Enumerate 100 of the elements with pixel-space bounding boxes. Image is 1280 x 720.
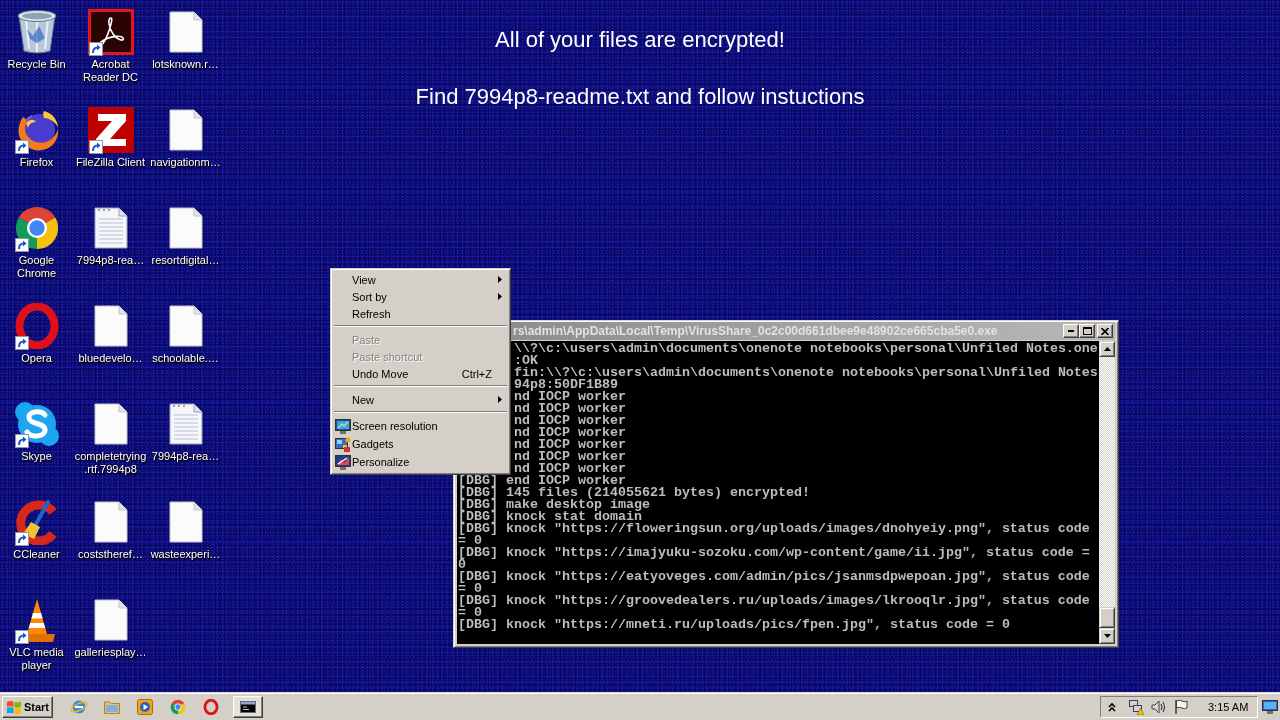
zigzag-tile-icon (87, 107, 134, 153)
file-icon (168, 109, 203, 151)
console-line: nd IOCP worker (514, 427, 626, 439)
menu-item[interactable]: Refresh (333, 305, 508, 322)
segmented-circle-icon (169, 699, 186, 715)
file-icon (168, 207, 203, 249)
console-line: [DBG] end IOCP worker (458, 475, 626, 487)
file-icon (93, 305, 128, 347)
console-line: [DBG] knock "https://mneti.ru/uploads/pics/fpen.jpg", status code = 0 (458, 619, 1010, 631)
monitor-icon (334, 418, 351, 434)
minimize-icon (1068, 330, 1074, 332)
desktop-icon[interactable]: CCleaner (0, 498, 73, 561)
file-icon (168, 11, 203, 53)
wallpaper-instruction: Find 7994p8-readme.txt and follow instuctions (415, 84, 865, 110)
network-warning-icon (1128, 699, 1144, 715)
desktop-icon[interactable]: navigationm… (149, 106, 222, 169)
desktop-icon[interactable]: completetrying.rtf.7994p8 (74, 400, 147, 476)
console-line: = 0 (458, 535, 482, 547)
start-button[interactable]: Start (2, 696, 53, 718)
desktop-icon[interactable]: resortdigital… (149, 204, 222, 267)
console-line: [DBG] knock "https://eatyoveges.com/admin/pics/jsanmsdpwepoan.jpg", status code (458, 571, 1090, 583)
console-line: nd IOCP worker (514, 415, 626, 427)
desktop-icon[interactable]: FileZilla Client (74, 106, 147, 169)
menu-item[interactable]: Screen resolution (333, 417, 508, 435)
desktop-icon[interactable]: bluedevelo… (74, 302, 147, 365)
ring-logo-icon (13, 303, 60, 349)
file-icon (93, 599, 128, 641)
desktop-icon[interactable]: Google Chrome (0, 204, 73, 280)
desktop-icon[interactable]: Acrobat Reader DC (74, 8, 147, 84)
gadget-tiles-icon (334, 436, 351, 452)
console-window-icon (240, 701, 256, 713)
ring-logo-icon (202, 699, 219, 715)
close-icon (1101, 327, 1109, 335)
clock[interactable]: 3:15 AM (1208, 701, 1249, 713)
menu-item[interactable]: Personalize (333, 453, 508, 471)
file-icon (168, 501, 203, 543)
monitor-paint-icon (334, 454, 351, 470)
play-icon (136, 699, 153, 715)
scrollbar-thumb[interactable] (1099, 607, 1115, 628)
scroll-up-button[interactable] (1099, 341, 1115, 357)
chevron-up-icon (1106, 702, 1118, 712)
menu-item[interactable]: View (333, 271, 508, 288)
maximize-icon (1082, 327, 1092, 335)
console-line: [DBG] knock stat domain (458, 511, 642, 523)
console-line: nd IOCP worker (514, 391, 626, 403)
recycle-bin-icon (15, 9, 58, 55)
desktop-icon[interactable]: Recycle Bin (0, 8, 73, 71)
console-line: \\?\c:\users\admin\documents\onenote notebooks\personal\Unfiled Notes.one (514, 343, 1098, 355)
menu-item[interactable]: Sort by (333, 288, 508, 305)
desktop-icon[interactable]: 7994p8-rea… (74, 204, 147, 267)
console-line: [DBG] 145 files (214055621 bytes) encrypted! (458, 487, 810, 499)
flag-icon (1173, 699, 1189, 715)
close-button[interactable] (1097, 324, 1113, 338)
console-line: 94p8:50DF1B89 (514, 379, 618, 391)
folder-icon (103, 700, 120, 714)
minimize-button[interactable] (1063, 324, 1079, 338)
console-line: nd IOCP worker (514, 463, 626, 475)
console-line: :OK (514, 355, 538, 367)
speaker-icon (1151, 699, 1167, 715)
monitor-icon (1262, 700, 1278, 714)
desktop-icon[interactable]: galleriesplay… (74, 596, 147, 659)
desktop-icon[interactable]: wasteexperi… (149, 498, 222, 561)
desktop-icon[interactable]: VLC media player (0, 596, 73, 672)
console-line: [DBG] knock "https://imajyuku-sozoku.com/wp-content/game/ii.jpg", status code = (458, 547, 1090, 559)
down-arrow-icon (1103, 634, 1111, 638)
console-line: [DBG] knock "https://floweringsun.org/uploads/images/dnohyeiy.png", status code (458, 523, 1090, 535)
console-line: [DBG] knock "https://groovedealers.ru/uploads/images/lkrooqlr.jpg", status code (458, 595, 1090, 607)
desktop-icon[interactable]: Firefox (0, 106, 73, 169)
console-line: nd IOCP worker (514, 451, 626, 463)
window-title: rs\admin\AppData\Local\Temp\VirusShare_0c2c00d661dbee9e48902ce665cba5e0.exe (513, 324, 999, 338)
maximize-button[interactable] (1079, 324, 1095, 338)
console-line: 0 (458, 559, 466, 571)
desktop-icon[interactable]: Skype (0, 400, 73, 463)
console-line: nd IOCP worker (514, 439, 626, 451)
wallpaper-heading: All of your files are encrypted! (495, 27, 785, 53)
window-flag-icon (6, 699, 22, 715)
desktop-icon[interactable]: 7994p8-rea… (149, 400, 222, 463)
text-file-icon (93, 207, 128, 249)
taskbar-window-button[interactable] (233, 696, 263, 718)
desktop-icon[interactable]: lotsknown.r… (149, 8, 222, 71)
console-line: fin:\\?\c:\users\admin\documents\onenote notebooks\personal\Unfiled Notes (514, 367, 1098, 379)
console-line: = 0 (458, 607, 482, 619)
console-line: = 0 (458, 583, 482, 595)
menu-item[interactable]: New (333, 391, 508, 408)
segmented-circle-icon (13, 205, 60, 251)
file-icon (93, 501, 128, 543)
up-arrow-icon (1103, 347, 1111, 351)
desktop-icon[interactable]: Opera (0, 302, 73, 365)
console-line: [DBG] make desktop image (458, 499, 650, 511)
menu-item[interactable]: Undo Move Ctrl+Z (333, 365, 508, 382)
scroll-down-button[interactable] (1099, 628, 1115, 644)
scrollbar[interactable] (1099, 341, 1115, 644)
console-line: nd IOCP worker (514, 403, 626, 415)
globe-orbit-icon (69, 699, 88, 715)
desktop-icon[interactable]: schoolable.… (149, 302, 222, 365)
cloud-logo-icon (13, 401, 60, 447)
swirl-logo-icon (87, 9, 134, 55)
menu-item[interactable]: Gadgets (333, 435, 508, 453)
text-file-icon (168, 403, 203, 445)
desktop-icon[interactable]: coststheref… (74, 498, 147, 561)
